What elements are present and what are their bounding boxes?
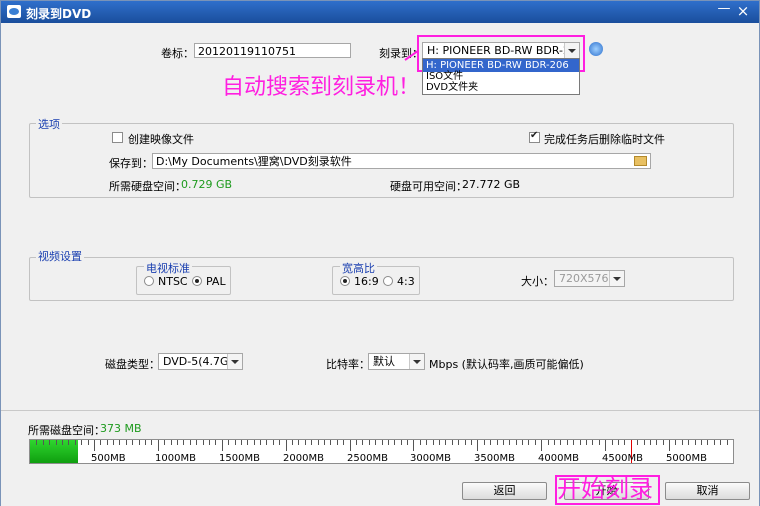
tv-standard-title: 电视标准 <box>144 260 192 276</box>
available-disk-value: 27.772 GB <box>462 178 521 191</box>
disc-type-label: 磁盘类型： <box>105 358 160 371</box>
create-image-checkbox[interactable] <box>112 132 123 143</box>
save-to-input[interactable]: D:\My Documents\狸窝\DVD刻录软件 <box>152 153 651 169</box>
burn-to-select[interactable]: H: PIONEER BD-RW BDR-2... <box>422 42 580 59</box>
folder-icon[interactable] <box>634 156 647 166</box>
tick-label: 2500MB <box>347 453 388 464</box>
space-value: 373 MB <box>100 422 142 435</box>
tick-label: 1500MB <box>219 453 260 464</box>
chevron-down-icon[interactable] <box>409 354 424 369</box>
bitrate-value: 默认 <box>373 355 395 368</box>
pal-radio[interactable] <box>192 276 202 286</box>
disc-type-select[interactable]: DVD-5(4.7GB) <box>158 353 243 370</box>
burn-to-value: H: PIONEER BD-RW BDR-2... <box>427 44 580 57</box>
aspect-43-label: 4:3 <box>397 275 415 288</box>
chevron-down-icon[interactable] <box>564 43 579 58</box>
close-icon[interactable]: × <box>735 3 751 19</box>
aspect-43-radio[interactable] <box>383 276 393 286</box>
window-title: 刻录到DVD <box>26 7 92 21</box>
bitrate-suffix: Mbps (默认码率,画质可能偏低) <box>429 358 584 371</box>
volume-input[interactable]: 20120119110751 <box>194 43 351 58</box>
disc-space-bar: 500MB 1000MB 1500MB 2000MB 2500MB 3000MB 3500M… <box>29 439 734 464</box>
volume-label: 卷标： <box>161 47 194 60</box>
tick-label: 500MB <box>91 453 126 464</box>
ntsc-label: NTSC <box>158 275 188 288</box>
tick-label: 4500MB <box>602 453 643 464</box>
tick-label: 3000MB <box>410 453 451 464</box>
ntsc-radio[interactable] <box>144 276 154 286</box>
aspect-ratio-title: 宽高比 <box>340 260 377 276</box>
aspect-169-label: 16:9 <box>354 275 379 288</box>
create-image-label: 创建映像文件 <box>128 133 194 146</box>
refresh-icon[interactable] <box>589 42 603 56</box>
required-disk-label: 所需硬盘空间： <box>109 180 186 193</box>
tick-label: 2000MB <box>283 453 324 464</box>
chevron-down-icon[interactable] <box>609 271 624 286</box>
size-value: 720X576 <box>559 272 609 285</box>
app-disc-icon <box>7 5 21 18</box>
video-settings-title: 视频设置 <box>36 248 84 264</box>
pal-label: PAL <box>206 275 226 288</box>
delete-temp-checkbox[interactable] <box>529 130 540 143</box>
delete-temp-label: 完成任务后删除临时文件 <box>544 133 665 146</box>
size-label: 大小： <box>521 275 554 288</box>
annotation-auto-search: 自动搜索到刻录机！ <box>222 75 421 100</box>
size-select[interactable]: 720X576 <box>554 270 625 287</box>
tick-label: 3500MB <box>474 453 515 464</box>
tick-label: 5000MB <box>666 453 707 464</box>
available-disk-label: 硬盘可用空间： <box>390 180 467 193</box>
tick-label: 4000MB <box>538 453 579 464</box>
annotation-start-burn: 开始刻录 <box>557 475 653 503</box>
bitrate-label: 比特率： <box>326 358 370 371</box>
tick-label: 1000MB <box>155 453 196 464</box>
required-disk-value: 0.729 GB <box>181 178 233 191</box>
space-label: 所需磁盘空间： <box>28 424 105 437</box>
bitrate-select[interactable]: 默认 <box>368 353 425 370</box>
cancel-button[interactable]: 取消 <box>665 482 750 500</box>
options-group-title: 选项 <box>36 116 62 132</box>
chevron-down-icon[interactable] <box>227 354 242 369</box>
back-button[interactable]: 返回 <box>462 482 547 500</box>
dropdown-option-dvd-folder[interactable]: DVD文件夹 <box>423 82 579 94</box>
aspect-169-radio[interactable] <box>340 276 350 286</box>
save-to-label: 保存到： <box>109 157 153 170</box>
title-bar[interactable]: 刻录到DVD — × <box>1 1 759 23</box>
minimize-icon[interactable]: — <box>717 2 731 20</box>
dialog-window: 刻录到DVD — × 卷标： 20120119110751 刻录到： H: PI… <box>0 0 760 506</box>
burn-to-dropdown: H: PIONEER BD-RW BDR-206 ISO文件 DVD文件夹 <box>422 58 580 95</box>
